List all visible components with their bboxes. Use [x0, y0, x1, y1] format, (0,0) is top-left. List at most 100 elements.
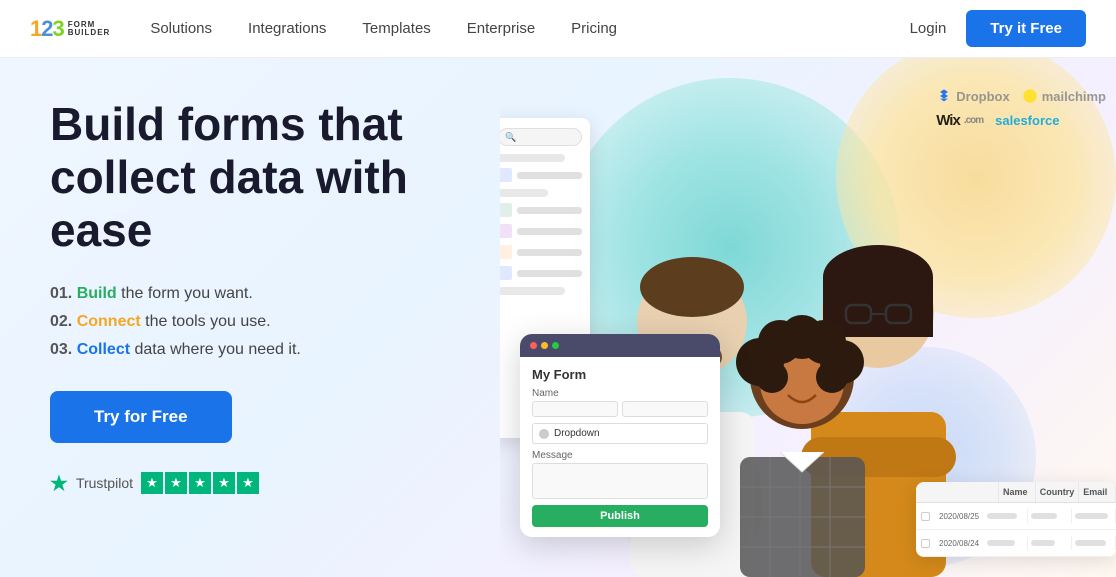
form-first-name-input[interactable]	[532, 401, 618, 417]
dropdown-label: Dropdown	[554, 428, 600, 439]
table-date-2: 2020/08/24	[934, 535, 984, 552]
try-for-free-button[interactable]: Try for Free	[50, 391, 232, 443]
builder-field-line-1	[500, 154, 565, 162]
star-1: ★	[141, 472, 163, 494]
feature-text-3: data where you need it.	[135, 341, 301, 358]
builder-item-icon	[500, 168, 512, 182]
builder-field-line-3	[500, 287, 565, 295]
feature-highlight-2: Connect	[77, 313, 141, 330]
feature-text-1: the form you want.	[121, 285, 253, 302]
feature-list: 01. Build the form you want. 02. Connect…	[50, 285, 470, 359]
table-name-2	[984, 536, 1028, 550]
form-mockup: My Form Name Dropdown Message Publish	[520, 334, 720, 537]
builder-field-item-1	[500, 168, 582, 182]
table-date-1: 2020/08/25	[934, 508, 984, 525]
table-email-header: Email	[1079, 482, 1116, 502]
nav-item-pricing[interactable]: Pricing	[571, 20, 617, 38]
star-2: ★	[165, 472, 187, 494]
logo-digits: 123	[30, 16, 64, 42]
feature-num-3: 03.	[50, 341, 72, 358]
trustpilot-star-icon: ★	[50, 471, 68, 496]
builder-item-icon-3	[500, 224, 512, 238]
feature-highlight-1: Build	[77, 285, 117, 302]
feature-item-3: 03. Collect data where you need it.	[50, 341, 470, 359]
form-message-label: Message	[532, 450, 708, 461]
table-mockup: Name Country Email 2020/08/25 2020/	[916, 482, 1116, 557]
form-name-label: Name	[532, 388, 708, 399]
table-country-2	[1028, 536, 1072, 550]
star-5: ★	[237, 472, 259, 494]
window-close-dot	[530, 342, 537, 349]
builder-search-bar: 🔍	[500, 128, 582, 146]
form-name-row	[532, 401, 708, 417]
feature-text-2: the tools you use.	[145, 313, 270, 330]
logo[interactable]: 123 FORM BUILDER	[30, 16, 110, 42]
form-mockup-header	[520, 334, 720, 357]
nav-item-integrations[interactable]: Integrations	[248, 20, 326, 38]
trustpilot-label: Trustpilot	[76, 475, 133, 491]
integration-logos: Dropbox mailchimp Wix.com salesforce	[936, 88, 1106, 129]
builder-item-icon-2	[500, 203, 512, 217]
builder-item-label-line-3	[517, 228, 582, 235]
window-minimize-dot	[541, 342, 548, 349]
form-publish-button[interactable]: Publish	[532, 505, 708, 527]
nav-item-solutions[interactable]: Solutions	[150, 20, 212, 38]
integrations-row-1: Dropbox mailchimp	[936, 88, 1106, 104]
form-last-name-input[interactable]	[622, 401, 708, 417]
dropdown-icon	[539, 429, 549, 439]
table-checkbox-1[interactable]	[916, 503, 934, 529]
builder-item-label-line-4	[517, 249, 582, 256]
table-data-row-1: 2020/08/25	[916, 503, 1116, 530]
nav-item-templates[interactable]: Templates	[362, 20, 430, 38]
builder-field-item-3	[500, 224, 582, 238]
table-country-1	[1028, 509, 1072, 523]
table-country-header: Country	[1036, 482, 1080, 502]
hero-section: Build forms that collect data with ease …	[0, 58, 1116, 577]
builder-item-label-line	[517, 172, 582, 179]
table-header-row: Name Country Email	[916, 482, 1116, 503]
star-4: ★	[213, 472, 235, 494]
search-icon: 🔍	[505, 132, 516, 143]
feature-highlight-3: Collect	[77, 341, 130, 358]
builder-field-item-4	[500, 245, 582, 259]
hero-right: Dropbox mailchimp Wix.com salesforce	[500, 58, 1116, 577]
table-email-1	[1072, 509, 1116, 523]
navbar: 123 FORM BUILDER Solutions Integrations …	[0, 0, 1116, 58]
builder-item-label-line-2	[517, 207, 582, 214]
builder-field-line-2	[500, 189, 548, 197]
nav-item-enterprise[interactable]: Enterprise	[467, 20, 535, 38]
builder-field-item-2	[500, 203, 582, 217]
nav-right: Login Try it Free	[910, 10, 1086, 47]
wix-logo: Wix.com	[936, 112, 983, 129]
window-maximize-dot	[552, 342, 559, 349]
feature-num-2: 02.	[50, 313, 72, 330]
trustpilot-widget: ★ Trustpilot ★ ★ ★ ★ ★	[50, 471, 470, 496]
form-message-textarea[interactable]	[532, 463, 708, 499]
builder-field-item-5	[500, 266, 582, 280]
feature-num-1: 01.	[50, 285, 72, 302]
builder-item-icon-5	[500, 266, 512, 280]
mailchimp-logo: mailchimp	[1022, 88, 1106, 104]
table-data-row-2: 2020/08/24	[916, 530, 1116, 557]
salesforce-logo: salesforce	[995, 113, 1059, 128]
nav-links: Solutions Integrations Templates Enterpr…	[150, 20, 909, 38]
table-checkbox-2[interactable]	[916, 530, 934, 556]
form-mockup-body: My Form Name Dropdown Message Publish	[520, 357, 720, 537]
hero-left: Build forms that collect data with ease …	[0, 58, 500, 577]
form-dropdown[interactable]: Dropdown	[532, 423, 708, 444]
table-date-header	[934, 482, 999, 502]
builder-item-label-line-5	[517, 270, 582, 277]
trustpilot-stars: ★ ★ ★ ★ ★	[141, 472, 259, 494]
form-title: My Form	[532, 367, 708, 382]
table-name-1	[984, 509, 1028, 523]
person-woman-curly	[730, 277, 875, 577]
dropbox-logo: Dropbox	[936, 88, 1009, 104]
table-name-header: Name	[999, 482, 1036, 502]
logo-text: FORM BUILDER	[68, 21, 111, 37]
login-link[interactable]: Login	[910, 20, 947, 37]
integrations-row-2: Wix.com salesforce	[936, 112, 1106, 129]
feature-item-2: 02. Connect the tools you use.	[50, 313, 470, 331]
hero-title: Build forms that collect data with ease	[50, 98, 470, 257]
try-it-free-button[interactable]: Try it Free	[966, 10, 1086, 47]
table-email-2	[1072, 536, 1116, 550]
